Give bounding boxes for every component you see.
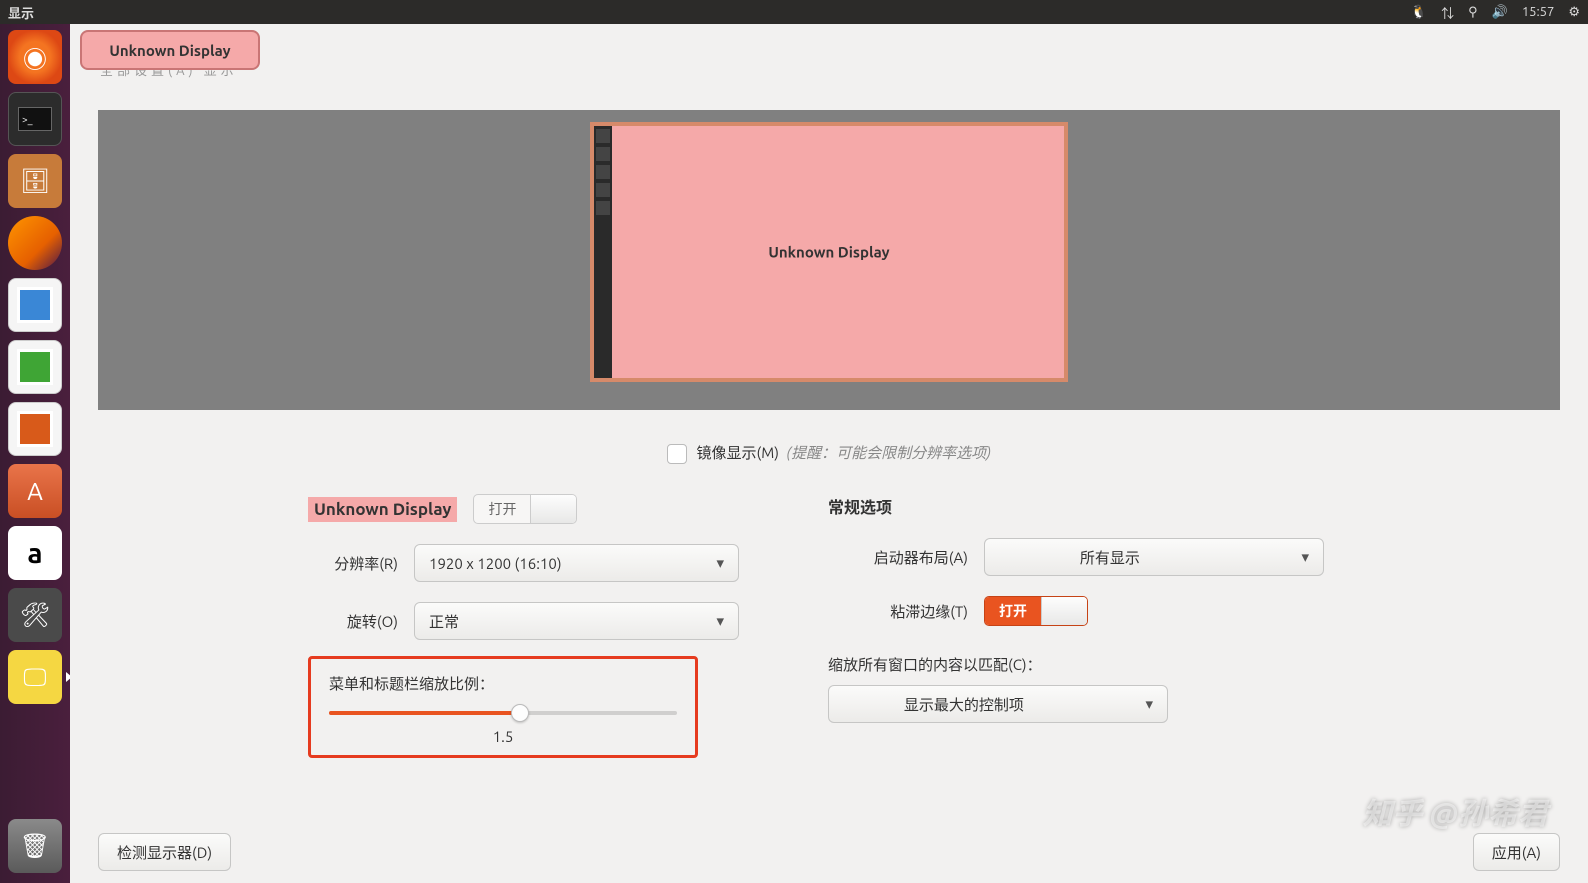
display-enable-toggle[interactable]: 打开 bbox=[473, 494, 577, 524]
impress-icon[interactable] bbox=[8, 402, 62, 456]
files-icon[interactable]: 🗄 bbox=[8, 154, 62, 208]
scale-all-label: 缩放所有窗口的内容以匹配(C)： bbox=[828, 654, 1348, 675]
sticky-edges-toggle[interactable]: 打开 bbox=[984, 596, 1088, 626]
dash-icon[interactable]: ◉ bbox=[8, 30, 62, 84]
detect-displays-label: 检测显示器(D) bbox=[117, 842, 212, 863]
ui-scale-slider[interactable] bbox=[329, 704, 677, 722]
volume-icon[interactable]: 🔊 bbox=[1492, 5, 1508, 20]
toggle-label: 打开 bbox=[985, 597, 1041, 625]
bluetooth-icon[interactable]: ⚲ bbox=[1468, 5, 1478, 20]
display-arrangement-area[interactable]: Unknown Display bbox=[98, 110, 1560, 410]
scale-all-dropdown[interactable]: 显示最大的控制项 ▾ bbox=[828, 685, 1168, 723]
mirror-label: 镜像显示(M) bbox=[696, 444, 779, 461]
resolution-value: 1920 x 1200 (16:10) bbox=[429, 555, 562, 572]
settings-body: 镜像显示(M) (提醒：可能会限制分辨率选项) Unknown Display … bbox=[98, 424, 1560, 823]
monitor-preview-label: Unknown Display bbox=[594, 244, 1064, 261]
toggle-knob bbox=[530, 495, 576, 523]
toggle-label: 打开 bbox=[474, 495, 530, 523]
writer-icon[interactable] bbox=[8, 278, 62, 332]
amazon-icon[interactable]: a bbox=[8, 526, 62, 580]
chevron-down-icon: ▾ bbox=[1301, 548, 1309, 566]
terminal-icon[interactable]: >_ bbox=[8, 92, 62, 146]
chevron-down-icon: ▾ bbox=[716, 612, 724, 630]
monitor-preview[interactable]: Unknown Display bbox=[590, 122, 1068, 382]
trash-icon[interactable]: 🗑 bbox=[8, 819, 62, 873]
firefox-icon[interactable] bbox=[8, 216, 62, 270]
clock[interactable]: 15:57 bbox=[1522, 5, 1555, 19]
apply-label: 应用(A) bbox=[1492, 842, 1541, 863]
ui-scale-label: 菜单和标题栏缩放比例： bbox=[329, 673, 677, 694]
launcher-layout-value: 所有显示 bbox=[1080, 547, 1140, 568]
slider-thumb[interactable] bbox=[511, 704, 529, 722]
general-options-column: 常规选项 启动器布局(A) 所有显示 ▾ 粘滞边缘(T) 打开 bbox=[828, 494, 1348, 758]
display-tab-label: Unknown Display bbox=[109, 42, 230, 59]
resolution-label: 分辨率(R) bbox=[308, 553, 398, 574]
mirror-hint: (提醒：可能会限制分辨率选项) bbox=[786, 444, 991, 461]
display-tab-chip[interactable]: Unknown Display bbox=[80, 30, 260, 70]
toggle-knob bbox=[1041, 597, 1087, 625]
launcher-layout-dropdown[interactable]: 所有显示 ▾ bbox=[984, 538, 1324, 576]
system-tray: 🐧 ⇅ ⚲ 🔊 15:57 ⚙ bbox=[1411, 3, 1580, 22]
sticky-edges-label: 粘滞边缘(T) bbox=[828, 601, 968, 622]
ui-scale-section: 菜单和标题栏缩放比例： 1.5 bbox=[308, 656, 698, 758]
system-settings-icon[interactable]: 🛠 bbox=[8, 588, 62, 642]
calc-icon[interactable] bbox=[8, 340, 62, 394]
selected-display-name: Unknown Display bbox=[308, 497, 457, 522]
top-panel: 显示 🐧 ⇅ ⚲ 🔊 15:57 ⚙ bbox=[0, 0, 1588, 24]
per-display-column: Unknown Display 打开 分辨率(R) 1920 x 1200 (1… bbox=[98, 494, 758, 758]
detect-displays-button[interactable]: 检测显示器(D) bbox=[98, 833, 231, 871]
scale-all-value: 显示最大的控制项 bbox=[904, 694, 1024, 715]
chevron-down-icon: ▾ bbox=[716, 554, 724, 572]
mirror-row: 镜像显示(M) (提醒：可能会限制分辨率选项) bbox=[98, 442, 1560, 464]
rotation-dropdown[interactable]: 正常 ▾ bbox=[414, 602, 739, 640]
general-options-title: 常规选项 bbox=[828, 494, 1348, 518]
footer: 检测显示器(D) 应用(A) bbox=[98, 833, 1560, 871]
displays-window: Unknown Display 全部设置(A) 显示 Unknown Displ… bbox=[70, 24, 1588, 883]
chevron-down-icon: ▾ bbox=[1145, 695, 1153, 713]
rotation-value: 正常 bbox=[429, 611, 459, 632]
launcher-layout-label: 启动器布局(A) bbox=[828, 547, 968, 568]
penguin-icon[interactable]: 🐧 bbox=[1411, 5, 1427, 20]
rotation-label: 旋转(O) bbox=[308, 611, 398, 632]
resolution-dropdown[interactable]: 1920 x 1200 (16:10) ▾ bbox=[414, 544, 739, 582]
power-icon[interactable]: ⚙ bbox=[1568, 5, 1580, 20]
window-title: 显示 bbox=[8, 3, 34, 22]
apply-button[interactable]: 应用(A) bbox=[1473, 833, 1560, 871]
mirror-checkbox[interactable] bbox=[667, 444, 687, 464]
displays-icon[interactable]: 🖵 bbox=[8, 650, 62, 704]
ui-scale-value: 1.5 bbox=[329, 728, 677, 745]
software-center-icon[interactable]: A bbox=[8, 464, 62, 518]
network-icon[interactable]: ⇅ bbox=[1441, 3, 1454, 22]
unity-launcher: ◉ >_ 🗄 A a 🛠 🖵 🗑 bbox=[0, 24, 70, 883]
